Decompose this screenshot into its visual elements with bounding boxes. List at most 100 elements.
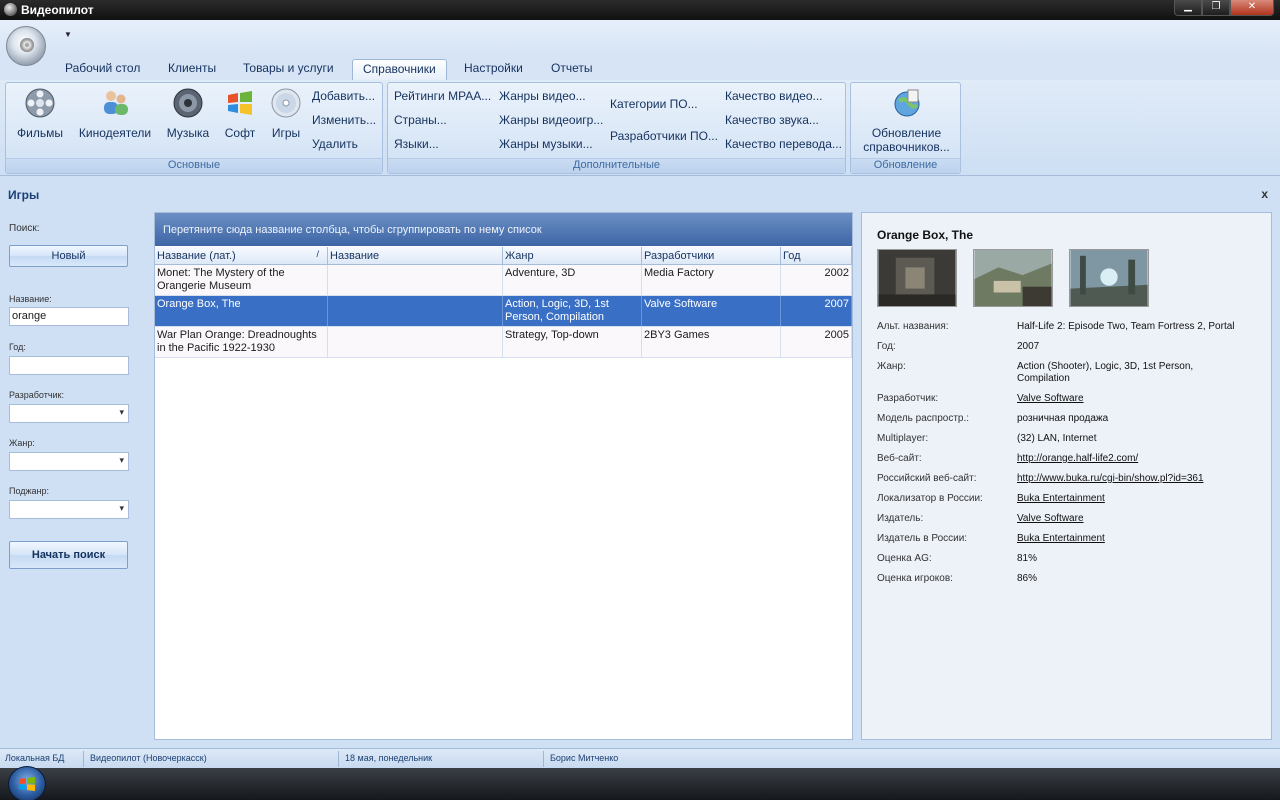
website-link[interactable]: http://orange.half-life2.com/ bbox=[1017, 453, 1247, 465]
genre-select[interactable] bbox=[9, 452, 129, 471]
ribbon-group-update: Обновление справочников... Обновление bbox=[850, 82, 961, 174]
detail-value: (32) LAN, Internet bbox=[1017, 433, 1097, 444]
cell-year: 2007 bbox=[781, 296, 852, 326]
application-menu-button[interactable] bbox=[6, 26, 46, 66]
developer-link[interactable]: Valve Software bbox=[1017, 393, 1247, 405]
ribbon-group-extra: Рейтинги MPAA... Страны... Языки... Жанр… bbox=[387, 82, 846, 174]
detail-key: Веб-сайт: bbox=[877, 453, 922, 464]
software-categories-button[interactable]: Категории ПО... bbox=[610, 97, 698, 111]
cell-name-lat: Orange Box, The bbox=[155, 296, 328, 326]
status-user: Борис Митченко bbox=[550, 753, 619, 763]
status-database: Локальная БД bbox=[5, 753, 65, 763]
delete-button[interactable]: Удалить bbox=[312, 137, 358, 151]
films-label: Фильмы bbox=[17, 126, 63, 140]
tab-goods[interactable]: Товары и услуги bbox=[233, 59, 344, 80]
search-pane: Поиск: Новый Название: orange Год: Разра… bbox=[0, 206, 150, 744]
detail-value: 81% bbox=[1017, 553, 1038, 564]
video-genres-button[interactable]: Жанры видео... bbox=[499, 89, 586, 103]
games-label: Игры bbox=[271, 126, 301, 140]
ribbon: Фильмы Кинодеятели Музыка Софт Игры Доба… bbox=[0, 80, 1280, 176]
column-header-name-lat[interactable]: Название (лат.) / bbox=[155, 247, 328, 264]
tab-references[interactable]: Справочники bbox=[352, 59, 447, 80]
globe-update-icon bbox=[894, 89, 919, 117]
subgenre-select[interactable] bbox=[9, 500, 129, 519]
column-header-developers[interactable]: Разработчики bbox=[642, 247, 781, 264]
cell-year: 2005 bbox=[781, 327, 852, 357]
column-header-name[interactable]: Название bbox=[328, 247, 503, 264]
table-row[interactable]: War Plan Orange: Dreadnoughts in the Pac… bbox=[155, 327, 852, 358]
status-bar: Локальная БД Видеопилот (Новочеркасск) 1… bbox=[0, 748, 1280, 768]
software-label: Софт bbox=[224, 126, 256, 140]
tab-clients[interactable]: Клиенты bbox=[158, 59, 226, 80]
developer-select[interactable] bbox=[9, 404, 129, 423]
column-header-genre[interactable]: Жанр bbox=[503, 247, 642, 264]
ribbon-group-main: Фильмы Кинодеятели Музыка Софт Игры Доба… bbox=[5, 82, 383, 174]
table-row-selected[interactable]: Orange Box, The Action, Logic, 3D, 1st P… bbox=[155, 296, 852, 327]
edit-button[interactable]: Изменить... bbox=[312, 113, 376, 127]
languages-button[interactable]: Языки... bbox=[394, 137, 439, 151]
publisher-link[interactable]: Valve Software bbox=[1017, 513, 1247, 525]
panel-header: Игры x bbox=[0, 182, 1280, 206]
sort-indicator: / bbox=[316, 249, 319, 259]
screenshot-thumbnail-2[interactable] bbox=[973, 249, 1053, 307]
films-button[interactable]: Фильмы bbox=[14, 87, 66, 140]
video-quality-button[interactable]: Качество видео... bbox=[725, 89, 823, 103]
cell-developers: 2BY3 Games bbox=[642, 327, 781, 357]
maximize-button[interactable]: ❐ bbox=[1202, 0, 1230, 16]
screenshot-thumbnail-3[interactable] bbox=[1069, 249, 1149, 307]
start-search-button[interactable]: Начать поиск bbox=[9, 541, 128, 569]
cell-year: 2002 bbox=[781, 265, 852, 295]
people-icon bbox=[104, 91, 128, 115]
games-grid: Перетяните сюда название столбца, чтобы … bbox=[154, 212, 853, 740]
windows-logo-icon bbox=[228, 91, 252, 115]
start-button[interactable] bbox=[8, 766, 46, 800]
year-input[interactable] bbox=[9, 356, 129, 375]
detail-key: Оценка AG: bbox=[877, 553, 932, 564]
year-label: Год: bbox=[9, 342, 26, 352]
close-window-button[interactable]: ✕ bbox=[1230, 0, 1274, 16]
detail-key: Оценка игроков: bbox=[877, 573, 953, 584]
filmmakers-button[interactable]: Кинодеятели bbox=[76, 87, 154, 140]
close-panel-button[interactable]: x bbox=[1261, 187, 1268, 201]
minimize-button[interactable]: ▁ bbox=[1174, 0, 1202, 16]
window-controls: ▁ ❐ ✕ bbox=[1174, 0, 1274, 16]
game-genres-button[interactable]: Жанры видеоигр... bbox=[499, 113, 603, 127]
tab-reports[interactable]: Отчеты bbox=[541, 59, 602, 80]
games-button[interactable]: Игры bbox=[264, 87, 308, 140]
search-label: Поиск: bbox=[9, 223, 40, 234]
customize-toolbar-arrow[interactable]: ▼ bbox=[64, 30, 72, 39]
localizer-link[interactable]: Buka Entertainment bbox=[1017, 493, 1247, 505]
detail-key: Альт. названия: bbox=[877, 321, 949, 332]
music-button[interactable]: Музыка bbox=[162, 87, 214, 140]
audio-quality-button[interactable]: Качество звука... bbox=[725, 113, 819, 127]
translation-quality-button[interactable]: Качество перевода... bbox=[725, 137, 842, 151]
column-label: Название (лат.) bbox=[157, 250, 236, 262]
tab-settings[interactable]: Настройки bbox=[454, 59, 533, 80]
name-input[interactable]: orange bbox=[9, 307, 129, 326]
update-label-line1: Обновление bbox=[871, 126, 942, 140]
tab-desktop[interactable]: Рабочий стол bbox=[55, 59, 150, 80]
film-reel-icon bbox=[25, 88, 55, 118]
detail-key: Multiplayer: bbox=[877, 433, 929, 444]
ru-website-link[interactable]: http://www.buka.ru/cgi-bin/show.pl?id=36… bbox=[1017, 473, 1247, 485]
table-row[interactable]: Monet: The Mystery of the Orangerie Muse… bbox=[155, 265, 852, 296]
update-references-button[interactable]: Обновление справочников... bbox=[855, 87, 958, 154]
music-genres-button[interactable]: Жанры музыки... bbox=[499, 137, 593, 151]
software-button[interactable]: Софт bbox=[218, 87, 262, 140]
column-header-year[interactable]: Год bbox=[781, 247, 852, 264]
cell-developers: Valve Software bbox=[642, 296, 781, 326]
group-by-panel[interactable]: Перетяните сюда название столбца, чтобы … bbox=[155, 213, 852, 246]
game-title: Orange Box, The bbox=[877, 228, 974, 242]
software-developers-button[interactable]: Разработчики ПО... bbox=[610, 129, 718, 143]
new-search-button[interactable]: Новый bbox=[9, 245, 128, 267]
mpaa-ratings-button[interactable]: Рейтинги MPAA... bbox=[394, 89, 491, 103]
screenshot-thumbnail-1[interactable] bbox=[877, 249, 957, 307]
detail-key: Модель распростр.: bbox=[877, 413, 970, 424]
status-divider bbox=[543, 751, 544, 767]
grid-header: Название (лат.) / Название Жанр Разработ… bbox=[155, 246, 852, 265]
countries-button[interactable]: Страны... bbox=[394, 113, 447, 127]
add-button[interactable]: Добавить... bbox=[312, 89, 375, 103]
ru-publisher-link[interactable]: Buka Entertainment bbox=[1017, 533, 1247, 545]
cell-name bbox=[328, 327, 503, 357]
status-branch: Видеопилот (Новочеркасск) bbox=[90, 753, 207, 763]
